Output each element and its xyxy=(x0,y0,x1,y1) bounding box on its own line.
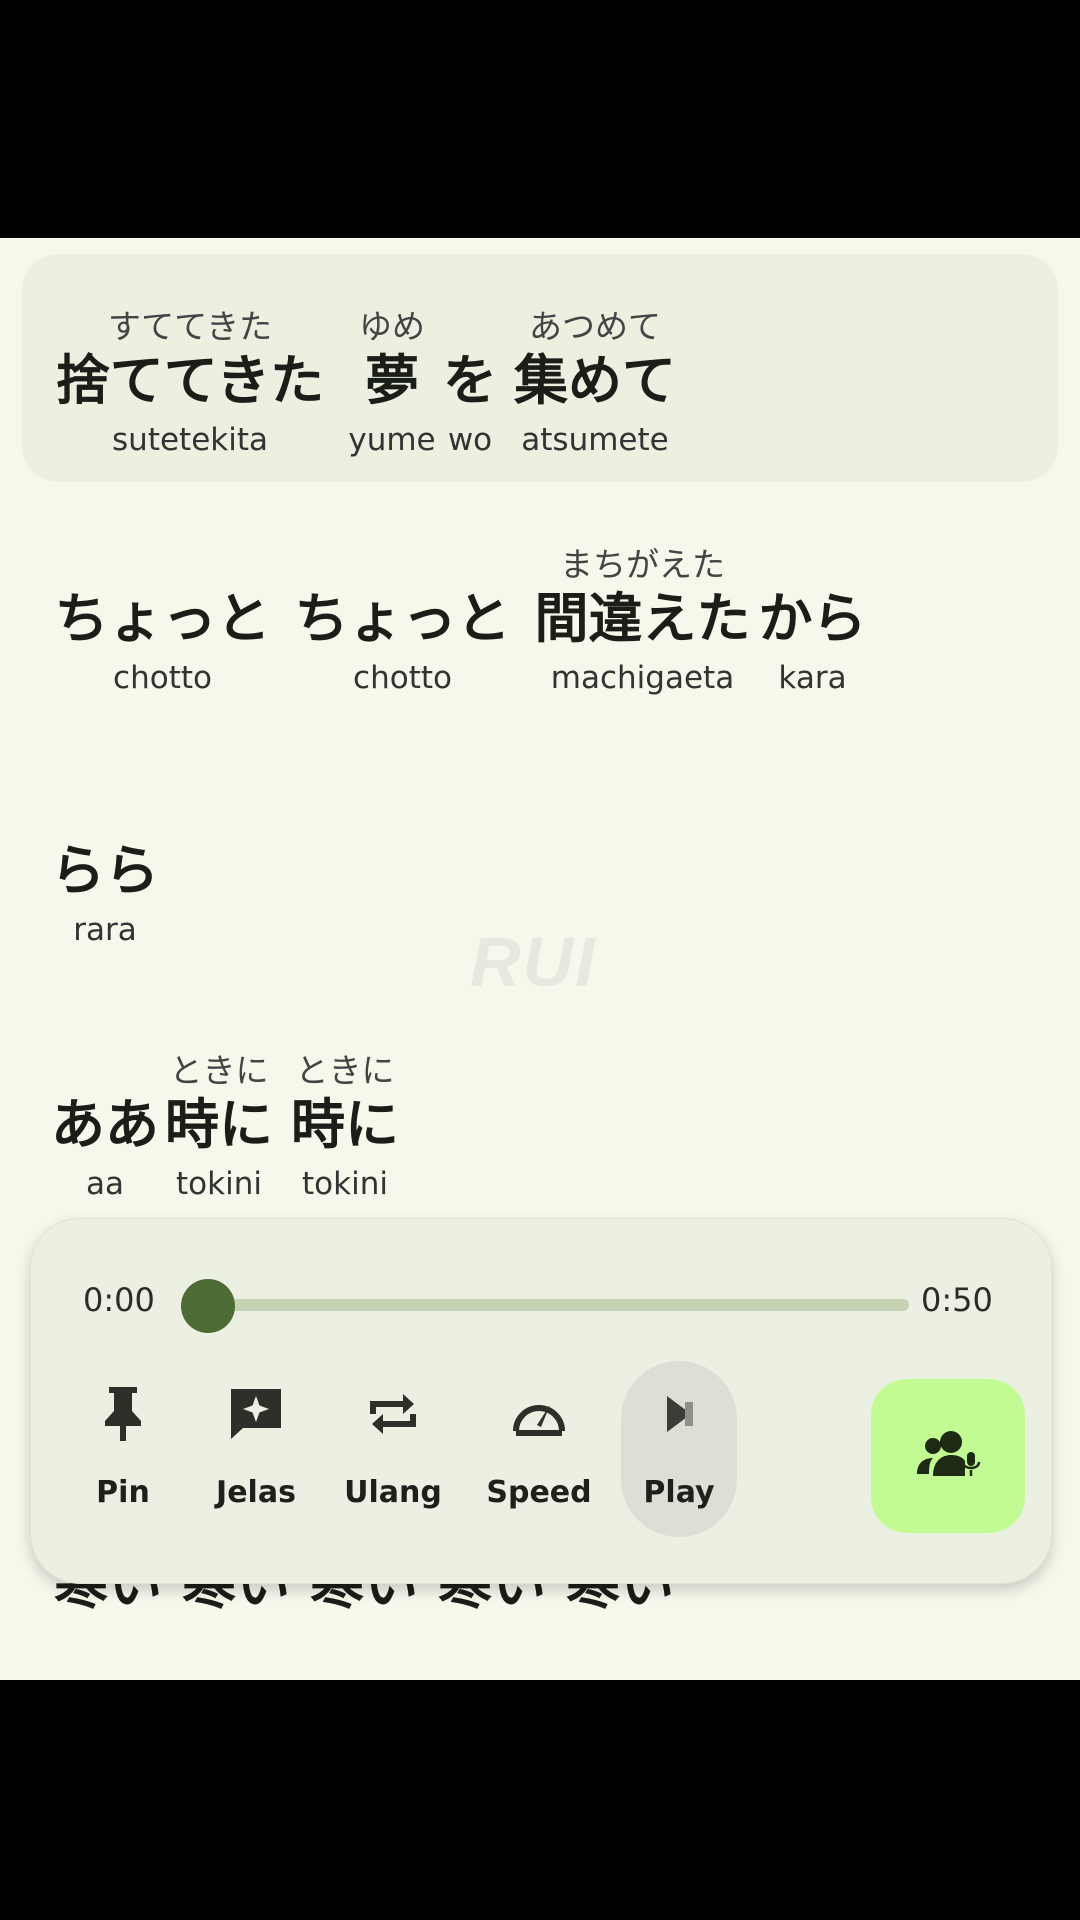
lyric-text: 捨ててきた xyxy=(55,349,325,412)
romaji: machigaeta xyxy=(550,660,735,696)
audio-player-panel: 0:00 0:50 Pin Jelas Ulang Speed Play xyxy=(30,1218,1052,1584)
repeat-icon xyxy=(333,1379,453,1449)
romaji: wo xyxy=(447,422,493,458)
lyric-text: ああ xyxy=(51,1093,159,1156)
romaji: rara xyxy=(73,912,137,948)
pin-button[interactable]: Pin xyxy=(63,1379,183,1529)
lyric-text: 夢 xyxy=(365,349,419,412)
romaji: tokini xyxy=(302,1166,388,1202)
romaji: sutetekita xyxy=(112,422,268,458)
lyrics-screen: すててきた 捨ててきた sutetekita ゆめ 夢 yume を wo あつ… xyxy=(0,238,1080,1680)
lyric-text: 時に xyxy=(291,1093,399,1156)
progress-track[interactable] xyxy=(215,1299,909,1311)
play-button[interactable]: Play xyxy=(619,1379,739,1529)
play-label: Play xyxy=(643,1475,715,1510)
pin-label: Pin xyxy=(96,1475,150,1510)
lyric-text: 間違えた xyxy=(534,587,751,650)
jelas-label: Jelas xyxy=(216,1475,296,1510)
lyric-text: らら xyxy=(51,839,159,902)
romaji: atsumete xyxy=(521,422,669,458)
lyric-line-1[interactable]: すててきた 捨ててきた sutetekita ゆめ 夢 yume を wo あつ… xyxy=(0,254,1080,482)
total-time: 0:50 xyxy=(921,1281,993,1319)
lyric-text: を xyxy=(443,349,497,412)
romaji: chotto xyxy=(353,660,452,696)
ulang-label: Ulang xyxy=(344,1475,442,1510)
group-microphone-icon xyxy=(915,1428,981,1484)
speed-button[interactable]: Speed xyxy=(479,1379,599,1529)
lyric-text: 集めて xyxy=(514,349,676,412)
lyric-text: から xyxy=(758,587,867,650)
sparkle-message-icon xyxy=(196,1379,316,1449)
current-time: 0:00 xyxy=(83,1281,155,1319)
romaji: chotto xyxy=(113,660,212,696)
jelas-button[interactable]: Jelas xyxy=(196,1379,316,1529)
lyric-text: 時に xyxy=(165,1093,273,1156)
watermark-logo: RUI xyxy=(470,923,597,1001)
speedometer-icon xyxy=(479,1379,599,1449)
romaji: yume xyxy=(348,422,436,458)
ulang-button[interactable]: Ulang xyxy=(333,1379,453,1529)
lyric-text: ちょっと xyxy=(54,587,271,650)
speed-label: Speed xyxy=(486,1475,592,1510)
romaji: aa xyxy=(86,1166,124,1202)
progress-thumb[interactable] xyxy=(181,1279,235,1333)
play-icon xyxy=(619,1379,739,1449)
romaji: kara xyxy=(778,660,847,696)
voice-karaoke-button[interactable] xyxy=(871,1379,1025,1533)
lyric-line-4[interactable]: ああ aa ときに 時に tokini ときに 時に tokini xyxy=(0,1044,1080,1244)
lyric-line-2[interactable]: ちょっと chotto ちょっと chotto まちがえた 間違えた machi… xyxy=(0,538,1080,738)
pin-icon xyxy=(63,1379,183,1449)
romaji: tokini xyxy=(176,1166,262,1202)
lyric-text: ちょっと xyxy=(294,587,511,650)
